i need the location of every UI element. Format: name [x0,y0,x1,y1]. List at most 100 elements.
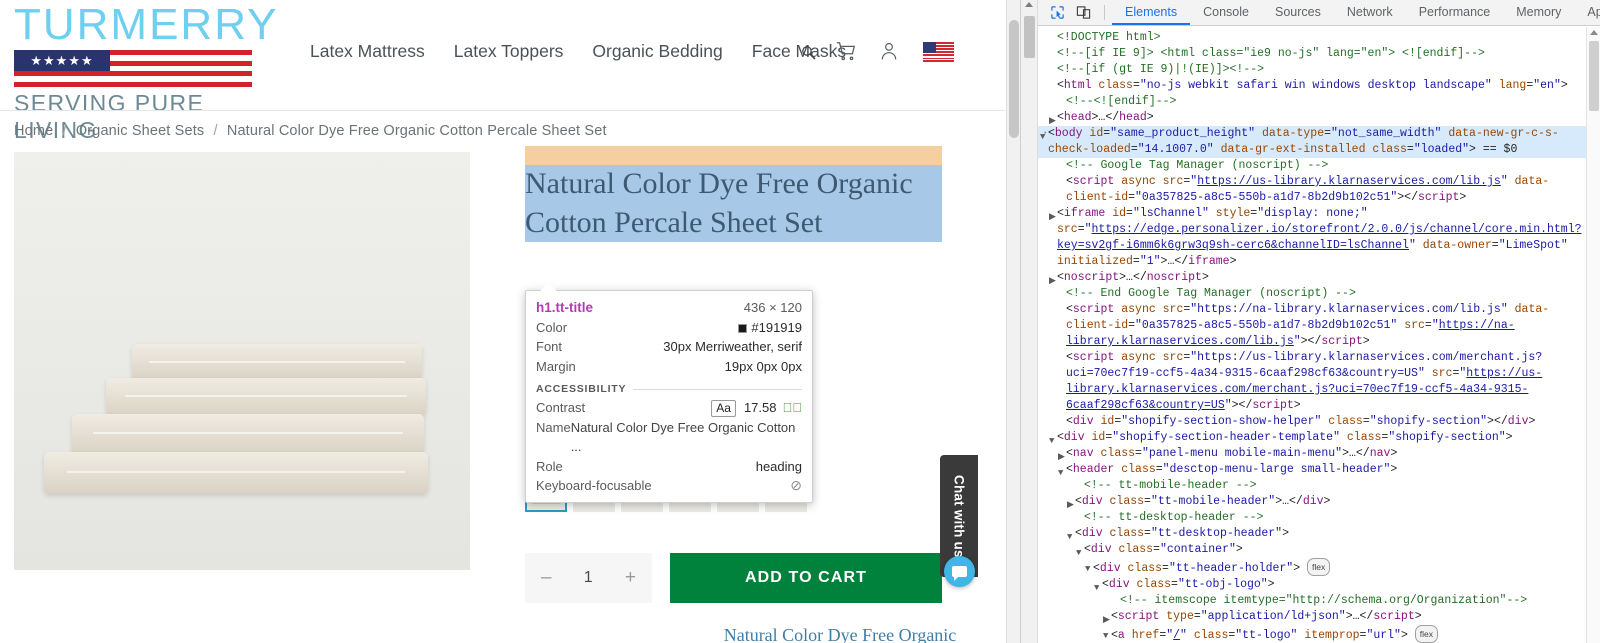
logo-flag-icon: ★★★★★ [14,50,252,87]
mouse-cursor-icon [801,45,817,61]
dom-tree-line[interactable]: ▶<script type="application/ld+json">…</s… [1038,609,1586,625]
tab-console[interactable]: Console [1190,0,1262,25]
tab-memory[interactable]: Memory [1503,0,1574,25]
highlight-margin-box [525,146,942,165]
breadcrumb: Home / Organic Sheet Sets / Natural Colo… [14,123,607,139]
quantity-decrement-button[interactable]: – [541,567,552,589]
devtools-right-scroll-thumb[interactable] [1589,41,1599,111]
dom-tree-line[interactable]: <!--[if (gt IE 9)|!(IE)]><!--> [1038,62,1586,78]
tooltip-contrast-value: 17.58 [744,400,777,415]
dom-tree-line[interactable]: <html class="no-js webkit safari win win… [1038,78,1586,94]
dom-tree-line[interactable]: <!-- End Google Tag Manager (noscript) -… [1038,286,1586,302]
dom-tree-line[interactable]: ▼<div class="tt-header-holder"> flex [1038,558,1586,577]
tab-performance[interactable]: Performance [1406,0,1504,25]
dom-tree-line[interactable]: <div id="shopify-section-show-helper" cl… [1038,414,1586,430]
tooltip-font-value: 30px Merriweather, serif [663,337,802,357]
scroll-up-arrow-icon[interactable] [1025,2,1033,7]
tooltip-color-value: #191919 [751,320,802,335]
disclosure-triangle-icon[interactable]: ▶ [1049,209,1056,225]
product-title-highlight: Natural Color Dye Free Organic Cotton Pe… [525,146,942,242]
devtools-toolbar: Elements Console Sources Network Perform… [1021,0,1600,26]
dom-tree-line[interactable]: ▶<div class="tt-mobile-header">…</div> [1038,494,1586,510]
chat-bubble-icon[interactable] [944,556,975,587]
disclosure-triangle-icon[interactable]: ▼ [1103,628,1108,643]
dom-tree-line[interactable]: ▼<div class="tt-obj-logo"> [1038,577,1586,593]
tooltip-role-value: heading [756,457,802,477]
browser-page-viewport: TURMERRY ★★★★★ SERVING PURE LIVING Latex… [0,0,1020,643]
tooltip-margin-key: Margin [536,357,576,377]
dom-tree-line[interactable]: ···▼<body id="same_product_height" data-… [1038,126,1586,158]
chat-tab-label: Chat with us [952,475,967,558]
tooltip-accessibility-header: ACCESSIBILITY [536,383,802,395]
quantity-value[interactable]: 1 [584,569,593,587]
breadcrumb-separator: / [62,123,66,139]
nav-item-face-masks[interactable]: Face Masks [752,41,846,62]
dom-tree-line[interactable]: <!-- Google Tag Manager (noscript) --> [1038,158,1586,174]
color-swatch [738,324,747,333]
dom-tree-line[interactable]: ▼<div class="tt-desktop-header"> [1038,526,1586,542]
page-scrollbar[interactable] [1006,0,1020,643]
tab-network[interactable]: Network [1334,0,1406,25]
tab-elements[interactable]: Elements [1112,0,1190,25]
disclosure-triangle-icon[interactable]: ▼ [1040,129,1045,145]
dom-tree-line[interactable]: ▼<a href="/" class="tt-logo" itemprop="u… [1038,625,1586,643]
highlight-content-box: Natural Color Dye Free Organic Cotton Pe… [525,165,942,242]
dom-tree-line[interactable]: <!--[if IE 9]> <html class="ie9 no-js" l… [1038,46,1586,62]
dom-tree-line[interactable]: ▶<iframe id="lsChannel" style="display: … [1038,206,1586,270]
header-divider [0,110,1020,111]
dom-tree-line[interactable]: ▼<div class="container"> [1038,542,1586,558]
us-flag-icon[interactable] [923,42,954,62]
add-to-cart-button[interactable]: ADD TO CART [670,553,942,603]
product-main-image[interactable] [14,152,470,570]
logo-stars: ★★★★★ [30,54,93,67]
tooltip-font-key: Font [536,337,562,357]
devtools-left-scroll-thumb[interactable] [1024,16,1035,58]
folded-sheets-illustration [36,344,448,524]
product-title: Natural Color Dye Free Organic Cotton Pe… [525,165,942,242]
dom-tree-line[interactable]: <!--<![endif]--> [1038,94,1586,110]
dom-tree-line[interactable]: <script async src="https://us-library.kl… [1038,350,1586,414]
scroll-up-arrow-icon[interactable] [1590,30,1598,35]
tooltip-selector: h1.tt-title [536,298,593,318]
devtools-right-scrollbar[interactable] [1586,27,1600,643]
dom-tree-line[interactable]: ▼<header class="desctop-menu-large small… [1038,462,1586,478]
breadcrumb-item-home[interactable]: Home [14,123,53,139]
account-icon[interactable] [879,40,901,64]
page-scrollbar-thumb[interactable] [1009,20,1019,138]
tooltip-name-key: Name [536,418,571,438]
tooltip-keyboard-key: Keyboard-focusable [536,476,652,496]
dom-tree-line[interactable]: <!DOCTYPE html> [1038,30,1586,46]
nav-item-latex-mattress[interactable]: Latex Mattress [310,41,425,62]
logo-wordmark: TURMERRY [14,2,274,48]
not-focusable-icon: ⊘ [790,476,802,496]
devtools-tab-bar: Elements Console Sources Network Perform… [1112,0,1600,25]
devtools-left-scrollbar[interactable] [1021,0,1038,643]
tab-application[interactable]: Applicati [1574,0,1600,25]
tab-sources[interactable]: Sources [1262,0,1334,25]
header-icon-group [835,40,954,64]
dom-tree-line[interactable]: <script async src="https://na-library.kl… [1038,302,1586,350]
site-header: TURMERRY ★★★★★ SERVING PURE LIVING Latex… [0,0,1020,110]
dom-tree-line[interactable]: <!-- itemscope itemtype="http://schema.o… [1038,593,1586,609]
main-navigation: Latex Mattress Latex Toppers Organic Bed… [310,41,846,62]
dom-tree[interactable]: <!DOCTYPE html><!--[if IE 9]> <html clas… [1038,27,1586,643]
disclosure-triangle-icon[interactable]: ▼ [1085,561,1090,577]
dom-tree-line[interactable]: <script async src="https://us-library.kl… [1038,174,1586,206]
dom-tree-line[interactable]: <!-- tt-mobile-header --> [1038,478,1586,494]
device-toolbar-icon[interactable] [1071,2,1095,24]
cart-icon[interactable] [835,40,857,64]
element-inspect-tooltip: h1.tt-title 436 × 120 Color #191919 Font… [525,290,813,503]
nav-item-organic-bedding[interactable]: Organic Bedding [592,41,722,62]
breadcrumb-item-category[interactable]: Organic Sheet Sets [76,123,204,139]
toolbar-divider [1104,5,1105,20]
dom-tree-line[interactable]: ▶<noscript>…</noscript> [1038,270,1586,286]
quantity-increment-button[interactable]: + [625,567,636,589]
quantity-stepper[interactable]: – 1 + [525,553,652,603]
dom-tree-line[interactable]: ▶<nav class="panel-menu mobile-main-menu… [1038,446,1586,462]
dom-tree-line[interactable]: ▶<head>…</head> [1038,110,1586,126]
inspect-element-icon[interactable] [1045,2,1069,24]
nav-item-latex-toppers[interactable]: Latex Toppers [454,41,564,62]
tooltip-role-key: Role [536,457,563,477]
dom-tree-line[interactable]: <!-- tt-desktop-header --> [1038,510,1586,526]
dom-tree-line[interactable]: ▼<div id="shopify-section-header-templat… [1038,430,1586,446]
